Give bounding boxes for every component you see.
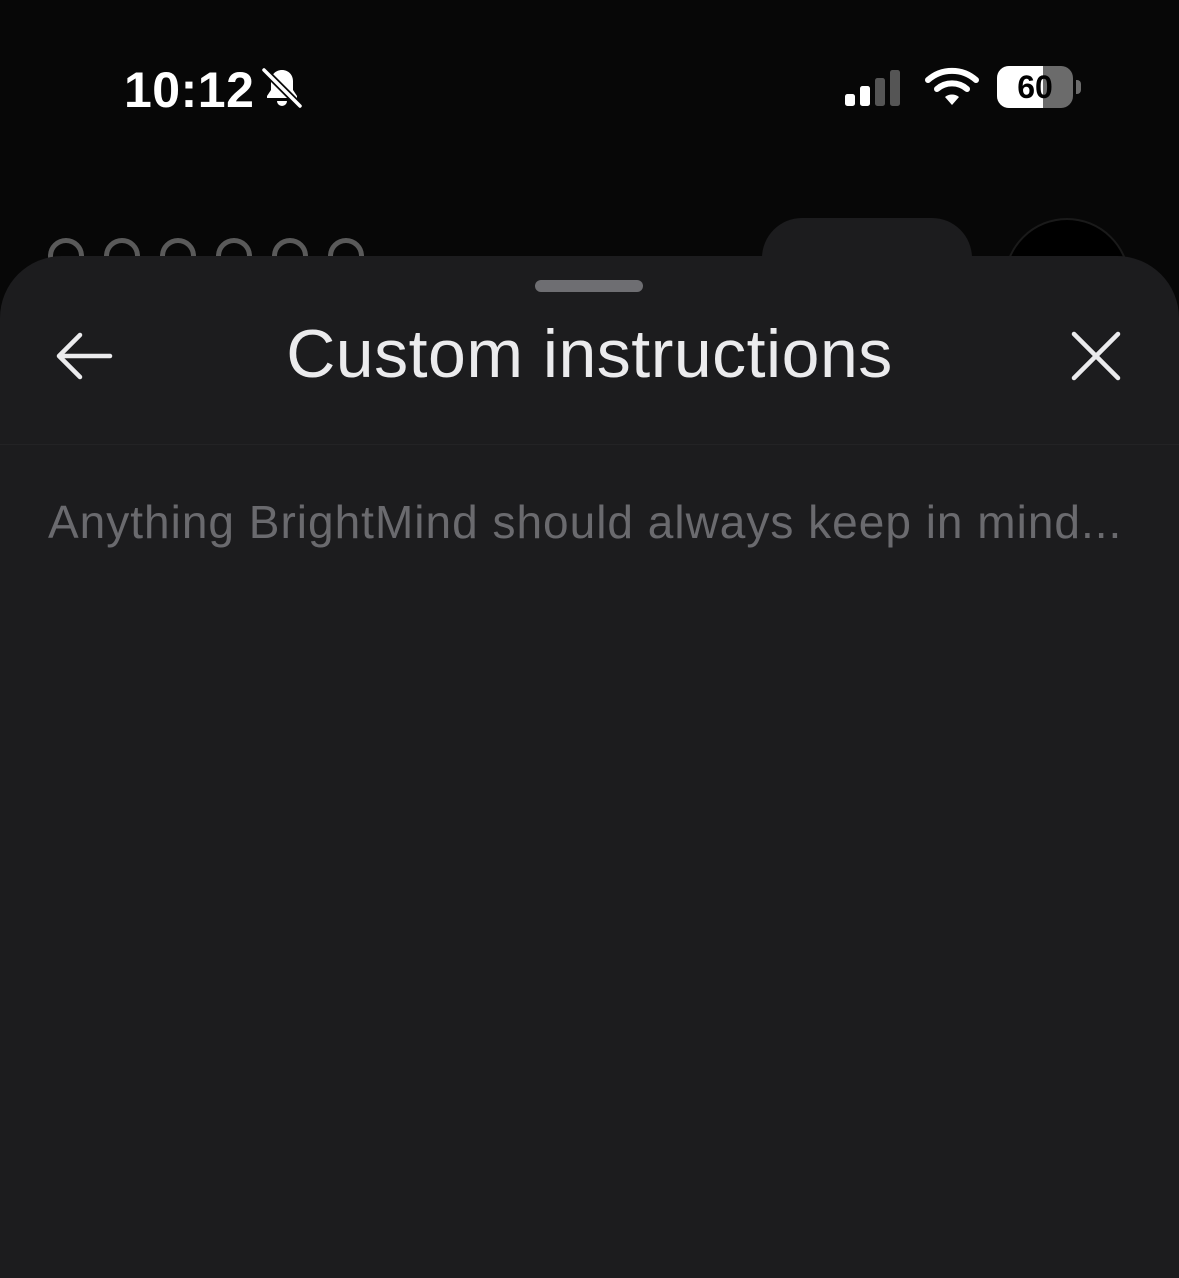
cellular-signal-icon <box>845 70 900 106</box>
sheet-grabber[interactable] <box>535 280 643 292</box>
screen: 10:12 60 Custom instructions Anything Br… <box>0 0 1179 1278</box>
bell-slash-icon <box>260 66 304 110</box>
close-icon <box>1071 331 1121 381</box>
sheet-title: Custom instructions <box>286 316 893 392</box>
sheet-header: Custom instructions <box>0 296 1179 445</box>
custom-instructions-input[interactable] <box>48 484 1128 1244</box>
custom-instructions-sheet: Custom instructions <box>0 256 1179 1278</box>
wifi-icon <box>925 67 979 105</box>
status-bar: 10:12 60 <box>0 0 1179 180</box>
close-button[interactable] <box>1056 316 1136 396</box>
battery-indicator: 60 <box>997 66 1083 108</box>
status-time: 10:12 <box>124 62 255 118</box>
battery-body: 60 <box>997 66 1073 108</box>
battery-cap <box>1076 80 1081 94</box>
battery-level: 60 <box>1017 69 1053 105</box>
